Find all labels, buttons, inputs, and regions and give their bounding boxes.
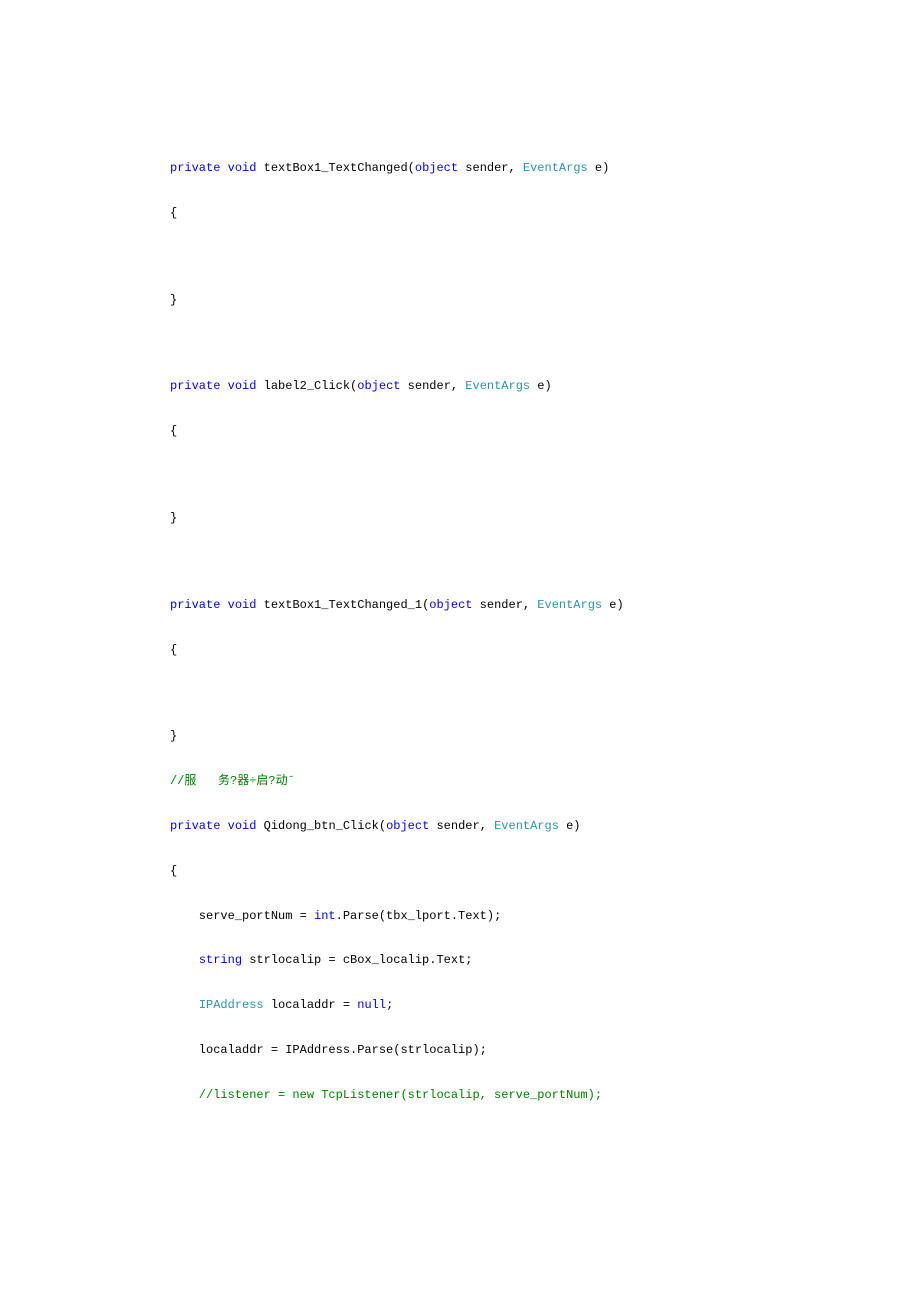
keyword-private: private <box>170 161 220 175</box>
keyword-object: object <box>357 379 400 393</box>
brace-open: { <box>170 642 920 659</box>
code-line: private void label2_Click(object sender,… <box>170 378 920 395</box>
method-signature: label2_Click( <box>256 379 357 393</box>
brace-close: } <box>170 728 920 745</box>
code-line: private void textBox1_TextChanged(object… <box>170 160 920 177</box>
keyword-private: private <box>170 598 220 612</box>
brace-close: } <box>170 510 920 527</box>
brace-open: { <box>170 863 920 880</box>
code-line: serve_portNum = int.Parse(tbx_lport.Text… <box>170 908 920 925</box>
code-line: localaddr = IPAddress.Parse(strlocalip); <box>170 1042 920 1059</box>
keyword-void: void <box>228 379 257 393</box>
method-signature: Qidong_btn_Click( <box>256 819 386 833</box>
code-document: private void textBox1_TextChanged(object… <box>0 0 920 1104</box>
comment-line: //listener = new TcpListener(strlocalip,… <box>170 1087 920 1104</box>
comment-line: //服 务?器÷启?动ˉ <box>170 773 920 790</box>
type-eventargs: EventArgs <box>494 819 559 833</box>
keyword-void: void <box>228 598 257 612</box>
type-eventargs: EventArgs <box>465 379 530 393</box>
code-line: IPAddress localaddr = null; <box>170 997 920 1014</box>
keyword-object: object <box>429 598 472 612</box>
type-ipaddress: IPAddress <box>199 998 264 1012</box>
keyword-void: void <box>228 161 257 175</box>
method-signature: textBox1_TextChanged( <box>256 161 414 175</box>
keyword-null: null <box>357 998 386 1012</box>
method-signature: textBox1_TextChanged_1( <box>256 598 429 612</box>
keyword-private: private <box>170 379 220 393</box>
keyword-void: void <box>228 819 257 833</box>
code-line: private void textBox1_TextChanged_1(obje… <box>170 597 920 614</box>
brace-open: { <box>170 205 920 222</box>
brace-close: } <box>170 292 920 309</box>
type-eventargs: EventArgs <box>537 598 602 612</box>
keyword-object: object <box>386 819 429 833</box>
brace-open: { <box>170 423 920 440</box>
keyword-object: object <box>415 161 458 175</box>
keyword-string: string <box>199 953 242 967</box>
code-line: private void Qidong_btn_Click(object sen… <box>170 818 920 835</box>
keyword-private: private <box>170 819 220 833</box>
keyword-int: int <box>314 909 336 923</box>
type-eventargs: EventArgs <box>523 161 588 175</box>
code-line: string strlocalip = cBox_localip.Text; <box>170 952 920 969</box>
